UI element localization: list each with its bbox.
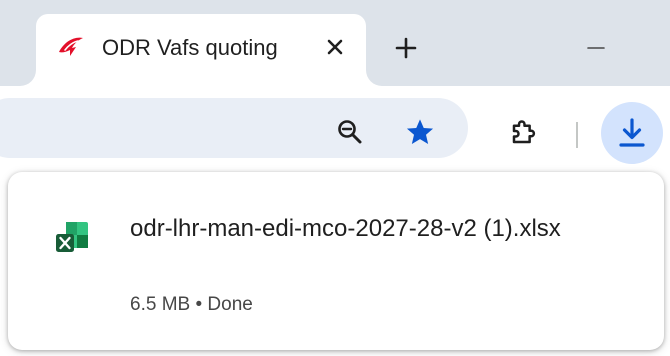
download-icon[interactable] [601, 102, 663, 164]
tab-strip: ODR Vafs quoting [0, 0, 670, 86]
star-icon[interactable] [402, 114, 438, 150]
puzzle-icon[interactable] [506, 114, 542, 150]
download-status: 6.5 MB • Done [130, 294, 253, 315]
excel-file-icon [52, 218, 96, 262]
toolbar [0, 86, 670, 170]
download-bubble: odr-lhr-man-edi-mco-2027-28-v2 (1).xlsx … [8, 172, 664, 350]
minimize-icon[interactable] [578, 30, 614, 66]
zoom-out-icon[interactable] [334, 116, 366, 148]
toolbar-divider [576, 122, 578, 148]
address-bar[interactable] [0, 98, 468, 158]
tab-title: ODR Vafs quoting [102, 35, 278, 60]
active-tab[interactable]: ODR Vafs quoting [36, 14, 366, 86]
browser-window: ODR Vafs quoting odr-lhr-man-edi-mco-202… [0, 0, 670, 356]
plus-icon[interactable] [388, 30, 424, 66]
download-file-name[interactable]: odr-lhr-man-edi-mco-2027-28-v2 (1).xlsx [130, 208, 610, 250]
close-icon[interactable] [320, 32, 350, 62]
airline-logo-icon [56, 32, 86, 62]
